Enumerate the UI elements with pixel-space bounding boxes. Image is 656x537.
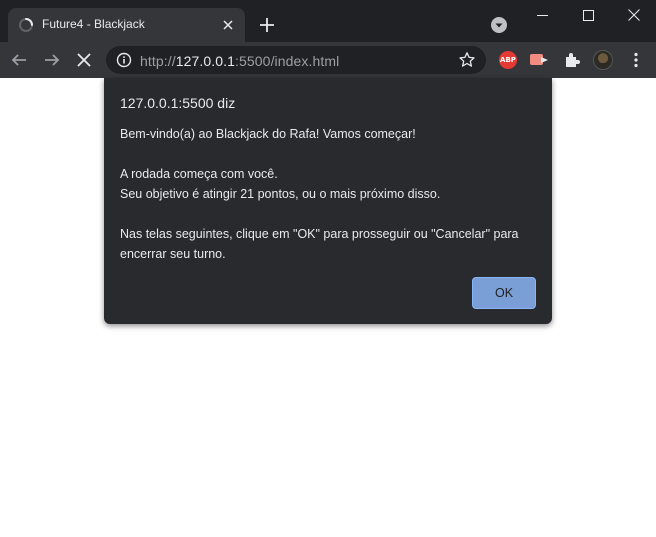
forward-button[interactable] <box>42 50 62 70</box>
bookmark-star-icon[interactable] <box>458 51 476 69</box>
alert-dialog: 127.0.0.1:5500 diz Bem-vindo(a) ao Black… <box>104 78 552 324</box>
message-line: Nas telas seguintes, clique em "OK" para… <box>120 227 519 241</box>
kebab-menu-icon[interactable] <box>627 51 645 69</box>
browser-toolbar: http://127.0.0.1:5500/index.html <box>0 42 656 78</box>
maximize-icon <box>582 9 594 21</box>
back-button[interactable] <box>9 50 29 70</box>
tab-close-button[interactable] <box>219 16 237 34</box>
new-tab-plus-icon[interactable] <box>257 15 277 35</box>
extensions-puzzle-icon[interactable] <box>563 51 581 69</box>
url-scheme: http:// <box>140 53 176 69</box>
url-path: :5500/index.html <box>235 53 340 69</box>
window-close-button[interactable] <box>611 0 656 30</box>
browser-tab[interactable]: Future4 - Blackjack <box>8 8 245 42</box>
minimize-icon <box>536 14 548 16</box>
tab-search-icon[interactable] <box>490 16 508 34</box>
stop-x-icon <box>77 53 91 67</box>
message-line: Seu objetivo é atingir 21 pontos, ou o m… <box>120 187 441 201</box>
close-icon <box>628 9 640 21</box>
ok-button[interactable]: OK <box>472 277 536 309</box>
dialog-title: 127.0.0.1:5500 diz <box>120 95 236 111</box>
stop-loading-button[interactable] <box>74 50 94 70</box>
cast-extension-icon[interactable] <box>529 51 549 69</box>
message-line <box>120 144 540 164</box>
message-line: A rodada começa com você. <box>120 167 278 181</box>
loading-spinner-icon <box>19 18 33 32</box>
address-bar[interactable]: http://127.0.0.1:5500/index.html <box>106 46 486 74</box>
message-line <box>120 204 540 224</box>
message-line: Bem-vindo(a) ao Blackjack do Rafa! Vamos… <box>120 127 416 141</box>
adblock-plus-extension[interactable]: ABP <box>499 51 517 69</box>
profile-avatar[interactable] <box>593 50 613 70</box>
message-line: encerrar seu turno. <box>120 247 226 261</box>
arrow-left-icon <box>11 54 26 66</box>
arrow-right-icon <box>45 54 60 66</box>
url-text[interactable]: http://127.0.0.1:5500/index.html <box>140 53 339 69</box>
title-bar: Future4 - Blackjack <box>0 0 656 42</box>
tab-title: Future4 - Blackjack <box>42 17 145 31</box>
close-icon <box>223 20 233 30</box>
dialog-message: Bem-vindo(a) ao Blackjack do Rafa! Vamos… <box>120 124 540 264</box>
minimize-button[interactable] <box>519 0 565 30</box>
url-host: 127.0.0.1 <box>175 53 236 69</box>
info-icon[interactable] <box>116 52 132 68</box>
maximize-button[interactable] <box>565 0 611 30</box>
